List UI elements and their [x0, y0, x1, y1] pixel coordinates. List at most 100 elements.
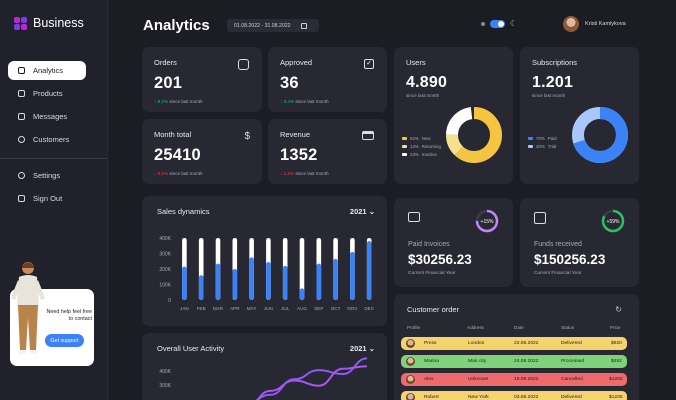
card-value: 4.890	[406, 74, 448, 91]
trend-delta: 8.2%	[157, 99, 169, 104]
analytics-icon	[18, 67, 25, 74]
card-trend: ↓ 0.2% since last month	[154, 171, 203, 176]
sidebar-item-sign-out[interactable]: Sign Out	[8, 189, 86, 208]
paid-invoices-card: +15% Paid Invoices $30256.23 Current Fin…	[394, 198, 513, 287]
fin-note: Current Financial Year	[408, 271, 456, 276]
avatar	[406, 393, 415, 400]
sales-dynamics-card: Sales dynamics 2021 ⌄ 400K 300K 200K 100K 0 J…	[142, 196, 387, 326]
sidebar-nav-secondary: Settings Sign Out	[8, 166, 86, 212]
users-card: Users 4.890 since last month 62% New 13%…	[394, 47, 513, 184]
logout-icon	[18, 195, 25, 202]
fin-value: $150256.23	[534, 252, 606, 267]
legend-item: 70% Paid	[528, 136, 557, 141]
series-line	[256, 365, 368, 400]
sidebar-divider	[0, 158, 107, 159]
sidebar-item-settings[interactable]: Settings	[8, 166, 86, 185]
y-tick-label: 400K	[159, 369, 171, 375]
sidebar-item-label: Settings	[33, 171, 61, 180]
y-tick-label: 100K	[159, 283, 171, 289]
card-trend: ↓ 1.2% since last month	[280, 171, 329, 176]
brand-logo-icon	[14, 16, 27, 30]
sidebar-item-analytics[interactable]: Analytics	[8, 61, 86, 80]
sidebar-item-customers[interactable]: Customers	[8, 130, 86, 149]
bar-value	[182, 266, 187, 300]
progress-ring: +59%	[601, 209, 625, 233]
sidebar-item-products[interactable]: Products	[8, 84, 86, 103]
card-trend: ↑ 8.2% since last month	[154, 99, 203, 104]
card-title: Approved	[280, 58, 313, 67]
x-tick-label: NOV	[347, 306, 358, 311]
trend-delta: 1.2%	[283, 171, 295, 176]
brand-name: Business	[33, 16, 84, 30]
x-tick-label: APR	[230, 306, 240, 311]
bar-value	[366, 241, 372, 300]
orders-card: Orders 201 ↑ 8.2% since last month	[142, 47, 262, 112]
help-text: Need help feel free to contact	[46, 309, 92, 322]
customer-order-card: Customer order ↻ Profile Address Date St…	[394, 294, 639, 400]
wallet-icon	[408, 212, 420, 222]
date-range-picker[interactable]: 01.08.2022 - 31.08.2022	[227, 19, 319, 32]
bar-value	[249, 257, 254, 300]
x-tick-label: JUL	[281, 306, 290, 311]
refresh-icon[interactable]: ↻	[615, 305, 622, 314]
sidebar-item-label: Customers	[33, 135, 70, 144]
fin-title: Funds received	[534, 241, 582, 248]
bar-value	[316, 263, 322, 300]
progress-ring: +15%	[475, 209, 499, 233]
box-icon	[18, 90, 25, 97]
y-tick-label: 0	[168, 298, 171, 304]
trend-delta: 0.2%	[157, 171, 169, 176]
checkbox-icon: ✓	[364, 59, 374, 69]
y-tick-label: 300K	[159, 383, 171, 389]
theme-toggle[interactable]	[490, 20, 505, 28]
month-total-card: Month total $ 25410 ↓ 0.2% since last mo…	[142, 119, 262, 184]
x-tick-label: DEC	[364, 306, 374, 311]
sidebar-item-messages[interactable]: Messages	[8, 107, 86, 126]
trend-note: since last month	[169, 99, 203, 104]
x-tick-label: MAR	[213, 306, 224, 311]
funds-received-card: +59% Funds received $150256.23 Current F…	[520, 198, 639, 287]
x-tick-label: MAY	[247, 306, 257, 311]
table-row[interactable]: Press London 22.08.2022 Delivered $920	[401, 337, 627, 350]
bar-value	[299, 288, 305, 300]
user-name[interactable]: Kristi Kamlykova	[585, 21, 626, 27]
sidebar-nav: Analytics Products Messages Customers	[8, 61, 86, 153]
page-title: Analytics	[143, 17, 210, 34]
table-row[interactable]: Alex Unknown 18.08.2022 Cancelled $1200	[401, 373, 627, 386]
support-person-illustration	[11, 262, 45, 354]
avatar	[406, 357, 415, 366]
x-tick-label: JUN	[264, 306, 273, 311]
sales-bar-chart: 400K 300K 200K 100K 0 JAN FEB MAR APR MAY JUN JUL AU…	[159, 236, 374, 311]
card-value: 36	[280, 74, 299, 92]
trend-delta: 3.4%	[283, 99, 295, 104]
sidebar-item-label: Products	[33, 89, 63, 98]
y-tick-label: 300K	[159, 252, 171, 258]
x-tick-label: SEP	[314, 306, 323, 311]
x-tick-label: FEB	[197, 306, 206, 311]
gear-icon	[18, 172, 25, 179]
legend-item: 62% New	[402, 136, 431, 141]
bar-value	[232, 269, 238, 300]
legend-item: 13% Returning	[402, 144, 441, 149]
date-range-text: 01.08.2022 - 31.08.2022	[234, 22, 291, 29]
y-tick-label: 400K	[159, 236, 171, 242]
y-tick-label: 200K	[159, 267, 171, 273]
card-title: Orders	[154, 58, 177, 67]
users-donut-chart	[446, 107, 502, 163]
card-value: 201	[154, 74, 183, 92]
sidebar-item-label: Messages	[33, 112, 68, 121]
table-row[interactable]: Marina Man city 24.08.2022 Processed $45…	[401, 355, 627, 368]
moon-icon: ☾	[510, 19, 518, 28]
mail-icon	[18, 113, 25, 120]
get-support-button[interactable]: Get support	[45, 334, 84, 347]
avatar[interactable]	[563, 16, 579, 32]
bag-icon	[534, 212, 546, 224]
x-tick-label: JAN	[180, 306, 189, 311]
card-note: since last month	[532, 93, 566, 98]
brand[interactable]: Business	[14, 16, 84, 30]
table-row[interactable]: Robert New York 03.08.2022 Delivered $12…	[401, 391, 627, 400]
fin-note: Current Financial Year	[534, 271, 582, 276]
card-title: Month total	[154, 130, 192, 139]
trend-note: since last month	[295, 171, 329, 176]
ring-label: +15%	[481, 219, 494, 225]
